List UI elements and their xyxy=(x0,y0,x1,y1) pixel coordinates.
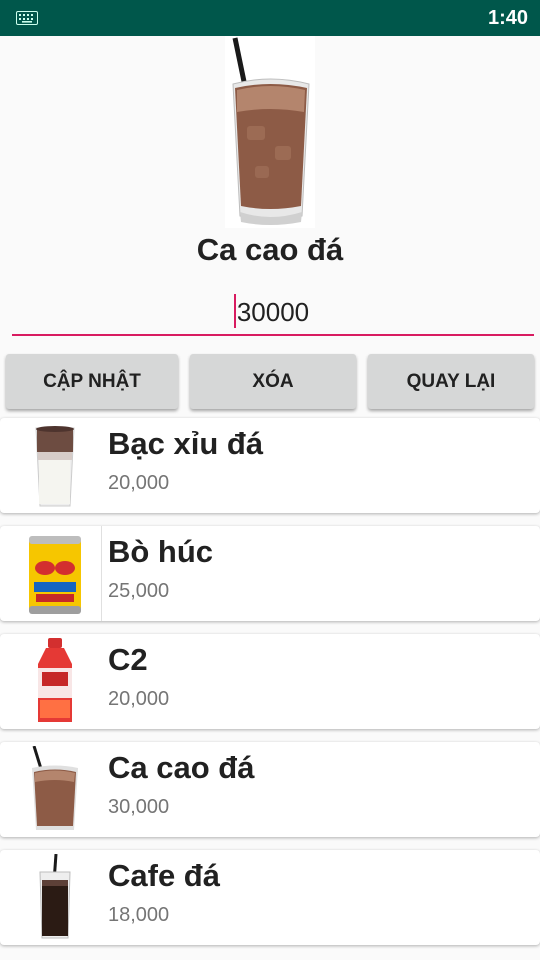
delete-button[interactable]: XÓA xyxy=(190,354,356,409)
list-item[interactable]: Cafe đá 18,000 xyxy=(0,850,540,945)
keyboard-icon xyxy=(16,11,38,25)
status-bar: 1:40 xyxy=(0,0,540,36)
product-name-title: Ca cao đá xyxy=(196,232,344,267)
list-item[interactable]: Bạc xỉu đá 20,000 xyxy=(0,418,540,513)
item-price: 20,000 xyxy=(108,472,170,494)
status-time: 1:40 xyxy=(487,7,528,29)
iced-cocoa-image xyxy=(32,746,78,830)
red-bull-can-image xyxy=(29,536,81,614)
text-cursor xyxy=(234,294,236,328)
c2-bottle-image xyxy=(38,638,72,722)
item-name: Bò húc xyxy=(108,534,214,569)
price-input[interactable] xyxy=(12,290,534,336)
bac-xiu-image xyxy=(35,426,75,507)
list-item[interactable]: Bò húc 25,000 xyxy=(0,526,540,621)
item-name: Ca cao đá xyxy=(108,750,255,785)
item-name: Bạc xỉu đá xyxy=(108,426,264,461)
item-price: 20,000 xyxy=(108,688,170,710)
item-name: C2 xyxy=(108,642,148,677)
item-price: 30,000 xyxy=(108,796,170,818)
update-button[interactable]: CẬP NHẬT xyxy=(6,354,178,409)
back-button[interactable]: QUAY LẠI xyxy=(368,354,534,409)
item-price: 25,000 xyxy=(108,580,170,602)
list-item[interactable]: C2 20,000 xyxy=(0,634,540,729)
list-item[interactable]: Ca cao đá 30,000 xyxy=(0,742,540,837)
item-name: Cafe đá xyxy=(108,858,220,893)
item-price: 18,000 xyxy=(108,904,170,926)
iced-cocoa-image xyxy=(225,36,315,228)
iced-coffee-image xyxy=(39,854,71,939)
item-divider xyxy=(101,526,102,621)
